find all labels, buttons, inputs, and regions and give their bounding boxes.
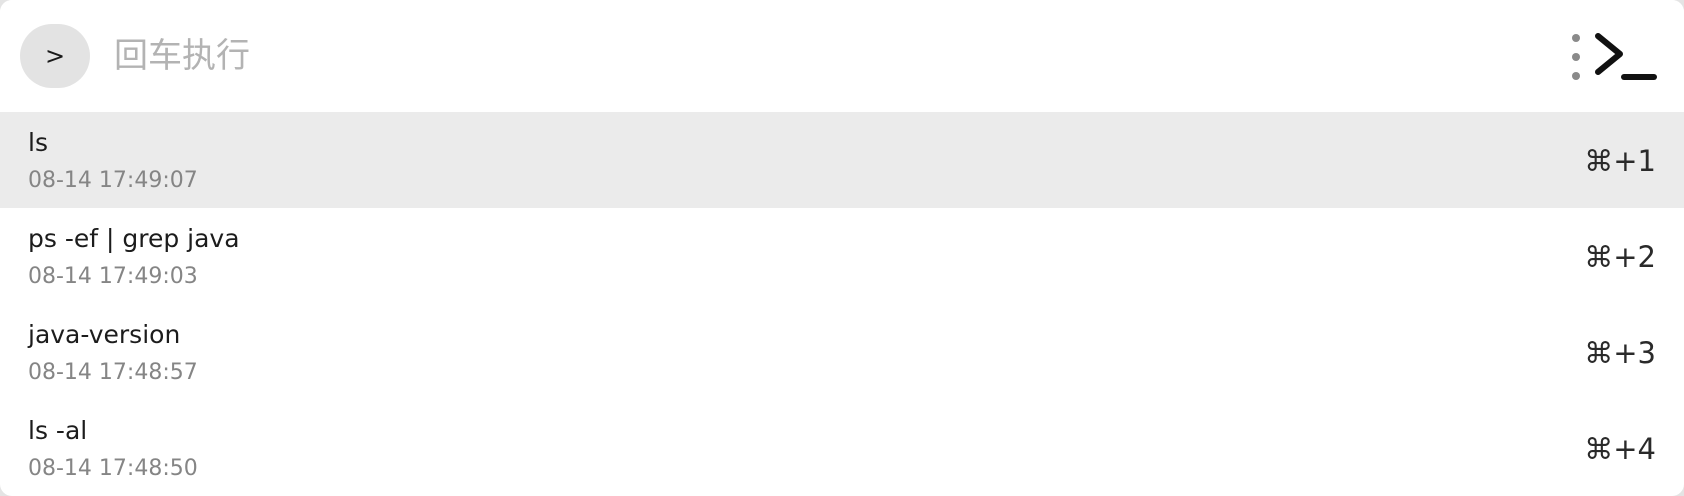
- command-history-list: ls 08-14 17:49:07 ⌘+1 ps -ef | grep java…: [0, 112, 1684, 496]
- history-timestamp: 08-14 17:48:57: [28, 360, 198, 385]
- prompt-badge: >: [20, 24, 90, 88]
- terminal-icon[interactable]: [1594, 32, 1658, 84]
- more-options-icon[interactable]: [1568, 34, 1584, 80]
- history-timestamp: 08-14 17:49:07: [28, 168, 198, 193]
- history-item[interactable]: ls -al 08-14 17:48:50 ⌘+4: [0, 400, 1684, 496]
- history-item[interactable]: ls 08-14 17:49:07 ⌘+1: [0, 112, 1684, 208]
- history-command: java-version: [28, 320, 181, 349]
- history-timestamp: 08-14 17:48:50: [28, 456, 198, 481]
- history-command: ls: [28, 128, 48, 157]
- history-command: ps -ef | grep java: [28, 224, 240, 253]
- history-item[interactable]: java-version 08-14 17:48:57 ⌘+3: [0, 304, 1684, 400]
- prompt-symbol: >: [44, 42, 66, 70]
- history-shortcut: ⌘+1: [1584, 144, 1656, 178]
- history-shortcut: ⌘+2: [1584, 240, 1656, 274]
- history-command: ls -al: [28, 416, 88, 445]
- command-input[interactable]: [114, 30, 1514, 82]
- history-item[interactable]: ps -ef | grep java 08-14 17:49:03 ⌘+2: [0, 208, 1684, 304]
- history-timestamp: 08-14 17:49:03: [28, 264, 198, 289]
- command-bar: >: [0, 0, 1684, 112]
- launcher-window: > ls 08-14 17:49:07 ⌘+1 ps -ef | grep ja…: [0, 0, 1684, 496]
- history-shortcut: ⌘+3: [1584, 336, 1656, 370]
- history-shortcut: ⌘+4: [1584, 432, 1656, 466]
